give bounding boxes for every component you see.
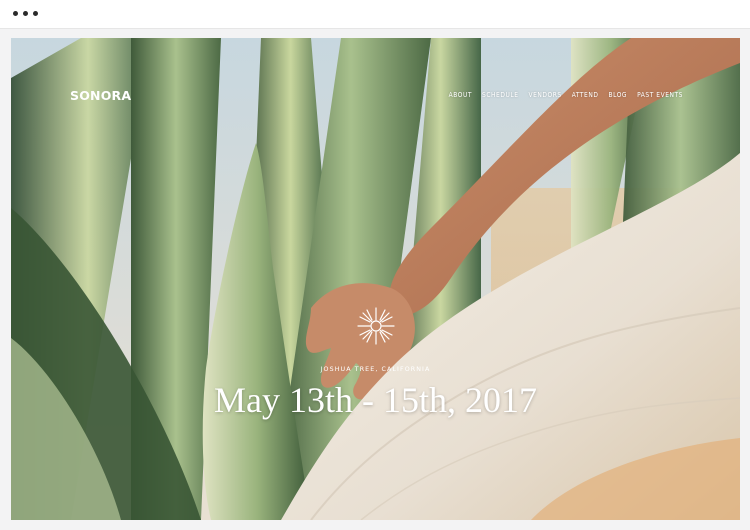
nav-vendors[interactable]: VENDORS (529, 91, 562, 99)
hero-photo (11, 38, 740, 520)
nav-blog[interactable]: BLOG (608, 91, 627, 99)
nav-about[interactable]: ABOUT (449, 91, 472, 99)
window-dot (33, 11, 38, 16)
window-menu-dots[interactable] (13, 11, 38, 16)
browser-toolbar (0, 0, 750, 29)
website-viewport: SONORA ABOUT SCHEDULE VENDORS ATTEND BLO… (11, 38, 740, 520)
main-nav: ABOUT SCHEDULE VENDORS ATTEND BLOG PAST … (449, 91, 683, 99)
nav-attend[interactable]: ATTEND (572, 91, 599, 99)
window-dot (13, 11, 18, 16)
window-dot (23, 11, 28, 16)
event-location: JOSHUA TREE, CALIFORNIA (320, 366, 431, 373)
site-logo[interactable]: SONORA (70, 88, 131, 103)
event-dates: May 13th - 15th, 2017 (214, 380, 537, 420)
nav-past-events[interactable]: PAST EVENTS (637, 91, 683, 99)
sunburst-icon (357, 307, 395, 345)
nav-schedule[interactable]: SCHEDULE (482, 91, 518, 99)
